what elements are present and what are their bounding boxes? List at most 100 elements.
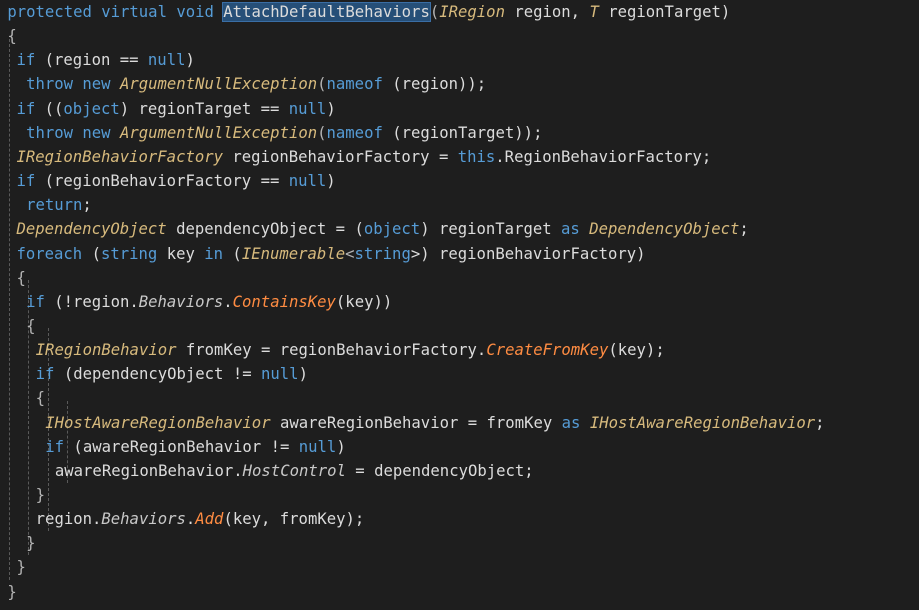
- code-token: (: [317, 75, 327, 94]
- code-line[interactable]: IRegionBehavior fromKey = regionBehavior…: [0, 338, 665, 362]
- code-token: null: [288, 172, 327, 191]
- code-token: {: [26, 316, 36, 335]
- code-token: IRegionBehavior: [35, 341, 177, 360]
- code-line[interactable]: protected virtual void AttachDefaultBeha…: [0, 0, 730, 24]
- code-token: <: [345, 244, 355, 263]
- code-token: region,: [504, 3, 590, 21]
- code-line[interactable]: region.Behaviors.Add(key, fromKey);: [0, 507, 365, 531]
- code-token: if: [26, 292, 45, 311]
- code-token: (: [223, 244, 242, 263]
- code-token: ;: [82, 196, 92, 215]
- code-line[interactable]: IRegionBehaviorFactory regionBehaviorFac…: [0, 145, 711, 169]
- code-token: }: [7, 582, 17, 601]
- code-token: awareRegionBehavior.: [54, 461, 243, 480]
- code-token: ): [336, 437, 346, 456]
- code-token: Add: [195, 510, 224, 529]
- code-token: (regionTarget));: [382, 123, 543, 142]
- code-token: = dependencyObject;: [345, 461, 534, 480]
- code-token: {: [16, 268, 26, 287]
- code-token: {: [35, 389, 46, 408]
- code-token: IHostAwareRegionBehavior: [589, 413, 816, 432]
- code-token: (!region.: [44, 292, 139, 311]
- code-line[interactable]: }: [0, 580, 17, 604]
- code-token: .: [185, 510, 196, 529]
- code-line[interactable]: foreach (string key in (IEnumerable<stri…: [0, 242, 646, 266]
- code-token: HostControl: [242, 461, 346, 480]
- code-token: ) regionTarget: [420, 220, 562, 239]
- code-token: Behaviors: [101, 510, 186, 529]
- code-token: (key, fromKey);: [223, 510, 365, 529]
- code-token: ArgumentNullException: [119, 75, 318, 94]
- code-line[interactable]: if ((object) regionTarget == null): [0, 97, 336, 121]
- code-token: regionTarget): [598, 3, 731, 21]
- code-token: dependencyObject = (: [166, 220, 364, 239]
- code-line[interactable]: {: [0, 314, 35, 338]
- code-line[interactable]: {: [0, 266, 26, 290]
- code-token: ): [185, 51, 195, 70]
- code-token: (: [317, 123, 327, 142]
- code-token: >) regionBehaviorFactory): [410, 244, 646, 263]
- code-line[interactable]: if (!region.Behaviors.ContainsKey(key)): [0, 290, 392, 314]
- code-line[interactable]: {: [0, 24, 17, 48]
- code-token: awareRegionBehavior = fromKey: [270, 413, 562, 432]
- code-line[interactable]: return;: [0, 193, 92, 217]
- code-line[interactable]: if (awareRegionBehavior != null): [0, 435, 346, 459]
- code-editor[interactable]: protected virtual void AttachDefaultBeha…: [0, 0, 919, 610]
- highlighted-method-name: AttachDefaultBehaviors: [222, 2, 431, 22]
- code-token: (region));: [382, 75, 487, 94]
- code-token: (regionBehaviorFactory ==: [35, 172, 289, 191]
- code-token: key: [157, 244, 205, 263]
- code-line[interactable]: }: [0, 555, 26, 579]
- code-token: nameof: [326, 123, 383, 142]
- code-token: Behaviors: [138, 292, 224, 311]
- code-token: object: [63, 99, 120, 118]
- code-token: CreateFromKey: [486, 341, 609, 360]
- code-line[interactable]: awareRegionBehavior.HostControl = depend…: [0, 459, 534, 483]
- code-token: (region ==: [35, 51, 148, 70]
- code-token: {: [7, 27, 17, 46]
- code-token: if: [35, 365, 55, 384]
- code-token: IRegionBehaviorFactory: [16, 147, 224, 166]
- code-token: DependencyObject: [16, 220, 167, 239]
- code-token: (awareRegionBehavior !=: [64, 437, 299, 456]
- code-token: null: [147, 51, 186, 70]
- code-token: ): [326, 99, 336, 118]
- code-token: as: [561, 413, 581, 432]
- code-token: string: [100, 244, 158, 263]
- code-token: IRegion: [439, 3, 505, 21]
- code-token: ArgumentNullException: [119, 123, 318, 142]
- code-token: .RegionBehaviorFactory;: [495, 147, 712, 166]
- code-token: return: [26, 196, 83, 215]
- code-line[interactable]: if (regionBehaviorFactory == null): [0, 169, 336, 193]
- code-token: foreach: [16, 244, 83, 263]
- code-token: null: [298, 437, 337, 456]
- code-token: object: [363, 220, 421, 239]
- code-token: ) regionTarget ==: [119, 99, 289, 118]
- code-token: fromKey = regionBehaviorFactory.: [176, 341, 487, 360]
- code-token: if: [16, 172, 36, 191]
- code-line[interactable]: IHostAwareRegionBehavior awareRegionBeha…: [0, 411, 824, 435]
- code-line[interactable]: throw new ArgumentNullException(nameof (…: [0, 72, 486, 96]
- code-token: (key)): [335, 292, 393, 311]
- code-token: }: [16, 558, 26, 577]
- code-line[interactable]: {: [0, 386, 45, 410]
- code-token: string: [354, 244, 411, 263]
- code-line[interactable]: throw new ArgumentNullException(nameof (…: [0, 121, 542, 145]
- code-line[interactable]: if (dependencyObject != null): [0, 362, 308, 386]
- code-token: regionBehaviorFactory =: [223, 147, 458, 166]
- code-line[interactable]: }: [0, 483, 45, 507]
- code-token: nameof: [326, 75, 383, 94]
- code-token: }: [26, 534, 36, 553]
- code-token: ): [326, 172, 336, 191]
- code-line[interactable]: }: [0, 531, 35, 555]
- code-token: as: [561, 220, 580, 239]
- code-line[interactable]: DependencyObject dependencyObject = (obj…: [0, 217, 748, 241]
- code-token: }: [35, 486, 46, 504]
- code-token: IEnumerable: [241, 244, 346, 263]
- code-line[interactable]: if (region == null): [0, 48, 195, 72]
- code-token: (: [82, 244, 101, 263]
- code-token: throw new: [26, 123, 120, 142]
- code-token: region.: [35, 510, 102, 529]
